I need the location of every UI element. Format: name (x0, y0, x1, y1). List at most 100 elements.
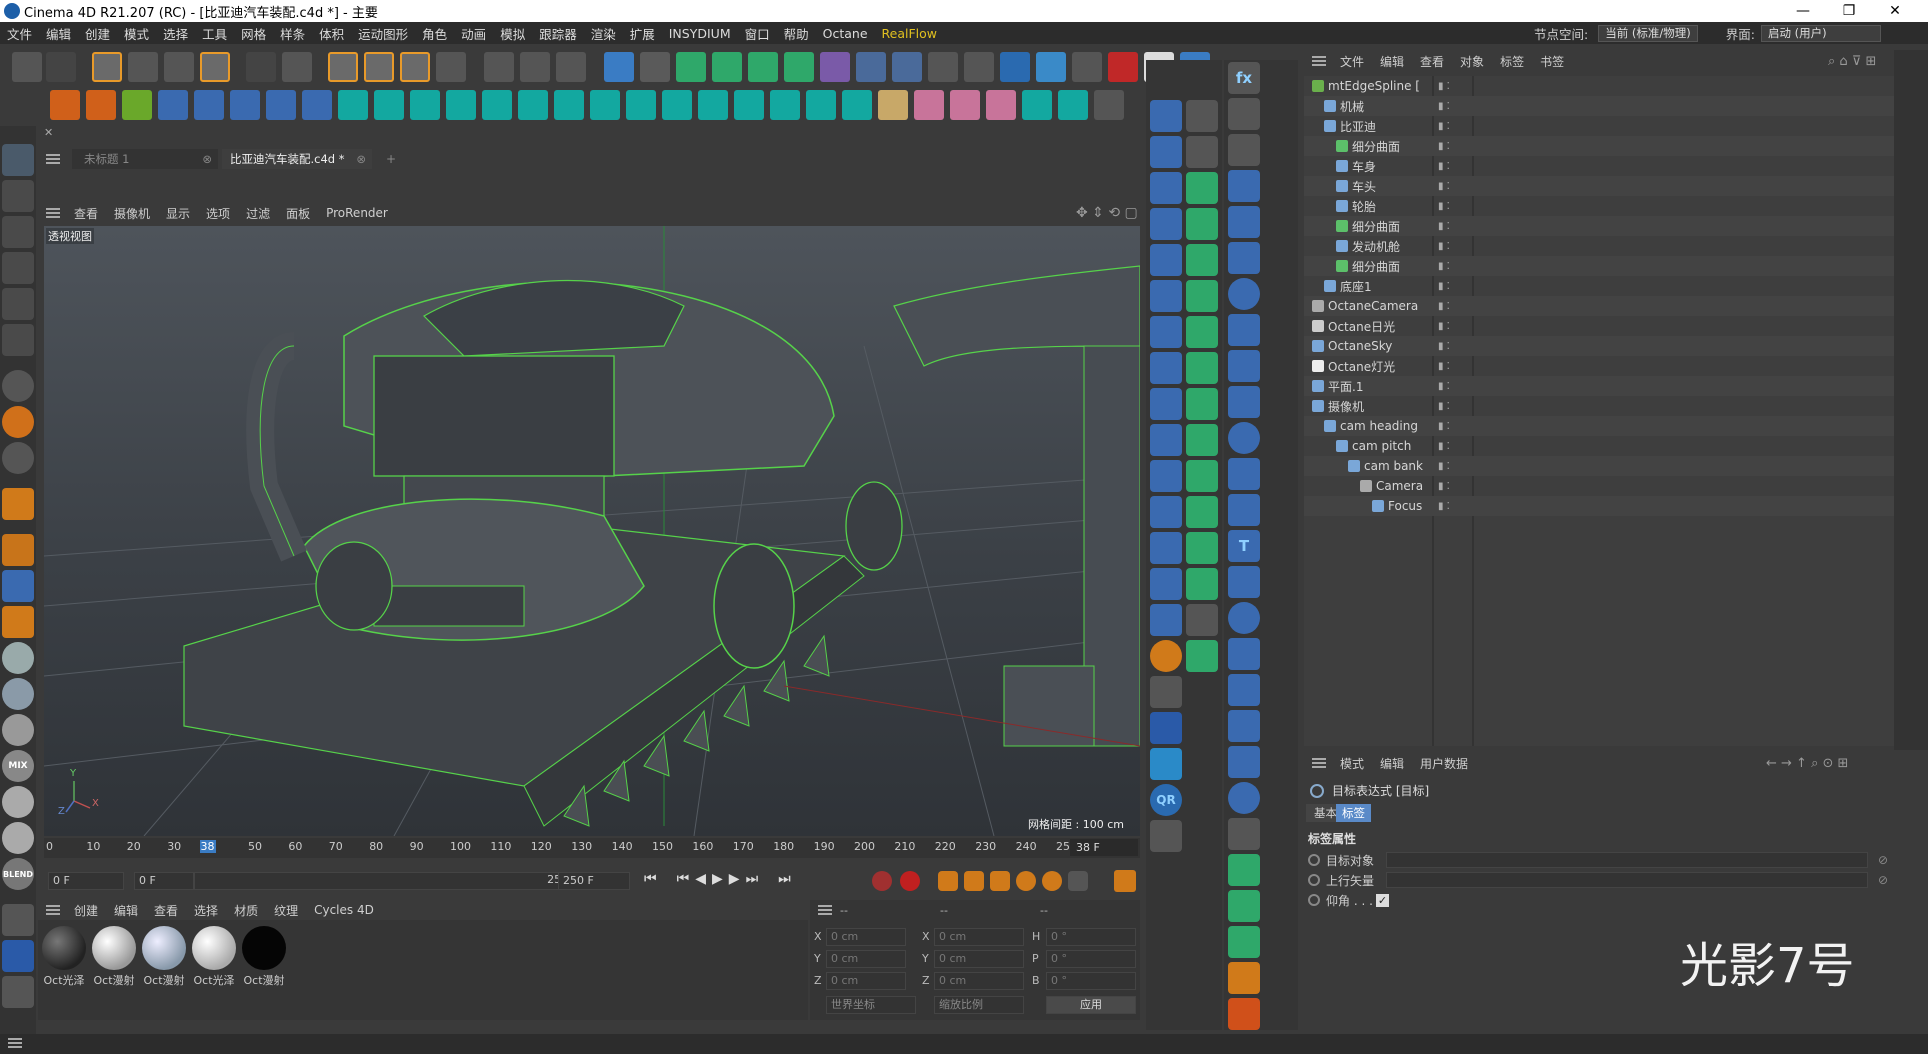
object-row[interactable]: mtEdgeSpline [▮ ⁚ (1304, 76, 1894, 96)
grid-icon[interactable] (2, 570, 34, 602)
deformer-explode-icon[interactable] (1186, 388, 1218, 420)
xp-modifier-10-icon[interactable] (662, 90, 692, 120)
object-row[interactable]: Camera ▮ ⁚ (1304, 476, 1894, 496)
realflow-scene-icon[interactable] (50, 90, 80, 120)
tab-close-icon[interactable]: ⊗ (202, 149, 212, 169)
cube-icon[interactable] (604, 52, 634, 82)
octane-live-icon[interactable] (2, 940, 34, 972)
menu-edit[interactable]: 编辑 (39, 24, 78, 43)
mat-menu-cycles[interactable]: Cycles 4D (306, 903, 382, 917)
coord-rot-b-field[interactable]: 0 ° (1046, 972, 1136, 990)
object-row[interactable]: 发动机舱 ▮ ⁚ (1304, 236, 1894, 256)
move-tool-icon[interactable] (128, 52, 158, 82)
sphere-primitive-icon[interactable] (1228, 602, 1260, 634)
visibility-toggle-icon[interactable]: ▮ ⁚ (1438, 201, 1450, 212)
menu-animate[interactable]: 动画 (454, 24, 493, 43)
y-axis-lock-icon[interactable] (364, 52, 394, 82)
mat-menu-material[interactable]: 材质 (226, 902, 266, 919)
grid-plugin-icon[interactable] (1150, 712, 1182, 744)
scale-key-icon[interactable] (990, 871, 1010, 891)
object-row[interactable]: OctaneSky ▮ ⁚ (1304, 336, 1894, 356)
menu-create[interactable]: 创建 (78, 24, 117, 43)
xp-system-icon[interactable] (230, 90, 260, 120)
pen-icon[interactable] (640, 52, 670, 82)
visibility-toggle-icon[interactable]: ▮ ⁚ (1438, 441, 1450, 452)
visibility-toggle-icon[interactable]: ▮ ⁚ (1438, 461, 1450, 472)
xp-modifier-9-icon[interactable] (626, 90, 656, 120)
tab-close-icon[interactable]: ⊗ (356, 149, 366, 169)
mix-icon[interactable]: MIX (2, 750, 34, 782)
extrude-icon[interactable] (712, 52, 742, 82)
end-frame-field[interactable]: 250 F (558, 872, 630, 890)
attr-menu-icon[interactable] (1312, 758, 1326, 768)
attr-tab-tag[interactable]: 标签 (1336, 804, 1371, 822)
object-row[interactable]: 车身 ▮ ⁚ (1304, 156, 1894, 176)
deformer-bulge-icon[interactable] (1186, 208, 1218, 240)
workplane-icon[interactable] (2, 534, 34, 566)
brick-icon[interactable] (1228, 962, 1260, 994)
target-object-field[interactable] (1386, 852, 1868, 868)
xp-question-icon[interactable] (1022, 90, 1052, 120)
rotate-tool-icon[interactable] (200, 52, 230, 82)
attr-menu-mode[interactable]: 模式 (1332, 755, 1372, 772)
atom-icon[interactable] (1228, 314, 1260, 346)
attr-menu-edit[interactable]: 编辑 (1372, 755, 1412, 772)
polygons-mode-icon[interactable] (2, 288, 34, 320)
octane-daylight-icon[interactable] (1072, 52, 1102, 82)
xp-emitter-icon[interactable] (194, 90, 224, 120)
visibility-toggle-icon[interactable]: ▮ ⁚ (1438, 101, 1450, 112)
object-row[interactable]: 摄像机 ▮ ⁚ (1304, 396, 1894, 416)
plane-primitive-icon[interactable] (1228, 746, 1260, 778)
object-row[interactable]: 比亚迪 ▮ ⁚ (1304, 116, 1894, 136)
node-space-select[interactable]: 当前 (标准/物理) (1598, 25, 1698, 42)
visibility-toggle-icon[interactable]: ▮ ⁚ (1438, 301, 1450, 312)
menu-insydium[interactable]: INSYDIUM (662, 26, 738, 41)
xp-modifier-1-icon[interactable] (338, 90, 368, 120)
disc-icon[interactable] (1150, 316, 1182, 348)
brush-icon[interactable] (2, 904, 34, 936)
js-plugin-icon[interactable] (1150, 748, 1182, 780)
next-frame-icon[interactable]: ▶ (729, 871, 740, 887)
xp-modifier-12-icon[interactable] (734, 90, 764, 120)
render-view-icon[interactable] (484, 52, 514, 82)
realflow-emitter-icon[interactable] (86, 90, 116, 120)
octane-sky-icon[interactable] (1000, 52, 1030, 82)
qr-plugin-icon[interactable]: QR (1150, 784, 1182, 816)
sphere-shading-icon[interactable] (2, 642, 34, 674)
lathe-icon[interactable] (1228, 350, 1260, 382)
menu-mesh[interactable]: 网格 (234, 24, 273, 43)
pitch-checkbox[interactable]: ✓ (1376, 893, 1389, 907)
visibility-toggle-icon[interactable]: ▮ ⁚ (1438, 501, 1450, 512)
text-tool-icon[interactable] (1186, 568, 1218, 600)
coord-system-select[interactable]: 世界坐标 (826, 996, 916, 1014)
s-plugin-icon[interactable] (1150, 640, 1182, 672)
swap-icon[interactable] (2, 976, 34, 1008)
material-swatch-2[interactable] (92, 926, 136, 970)
visibility-toggle-icon[interactable]: ▮ ⁚ (1438, 281, 1450, 292)
flower-icon[interactable] (1228, 890, 1260, 922)
capsule-icon[interactable] (1150, 352, 1182, 384)
menu-octane[interactable]: Octane (816, 26, 875, 41)
coord-size-y-field[interactable]: 0 cm (934, 950, 1024, 968)
visibility-toggle-icon[interactable]: ▮ ⁚ (1438, 181, 1450, 192)
preview-start-field[interactable]: 0 F (134, 872, 194, 890)
menu-tools[interactable]: 工具 (195, 24, 234, 43)
object-row[interactable]: 底座1 ▮ ⁚ (1304, 276, 1894, 296)
animate-dot-icon[interactable] (1308, 894, 1320, 906)
coord-rot-h-field[interactable]: 0 ° (1046, 928, 1136, 946)
viewport-menu-filter[interactable]: 过滤 (238, 205, 278, 222)
object-row[interactable]: Octane日光 ▮ ⁚ (1304, 316, 1894, 336)
deformer-wrap-icon[interactable] (1186, 460, 1218, 492)
character-icon[interactable] (1186, 640, 1218, 672)
xp-modifier-6-icon[interactable] (518, 90, 548, 120)
xp-modifier-5-icon[interactable] (482, 90, 512, 120)
menu-file[interactable]: 文件 (0, 24, 39, 43)
obj-menu-view[interactable]: 查看 (1412, 53, 1452, 70)
axis-mode-icon[interactable] (2, 324, 34, 356)
object-menu-icon[interactable] (1312, 56, 1326, 66)
viewport-menu-cameras[interactable]: 摄像机 (106, 205, 158, 222)
timeline-ruler[interactable]: 0 10 20 30 38 50 60 70 80 90 100 110 120… (44, 838, 1140, 858)
visibility-toggle-icon[interactable]: ▮ ⁚ (1438, 361, 1450, 372)
visibility-toggle-icon[interactable]: ▮ ⁚ (1438, 381, 1450, 392)
viewport-menu-view[interactable]: 查看 (66, 205, 106, 222)
